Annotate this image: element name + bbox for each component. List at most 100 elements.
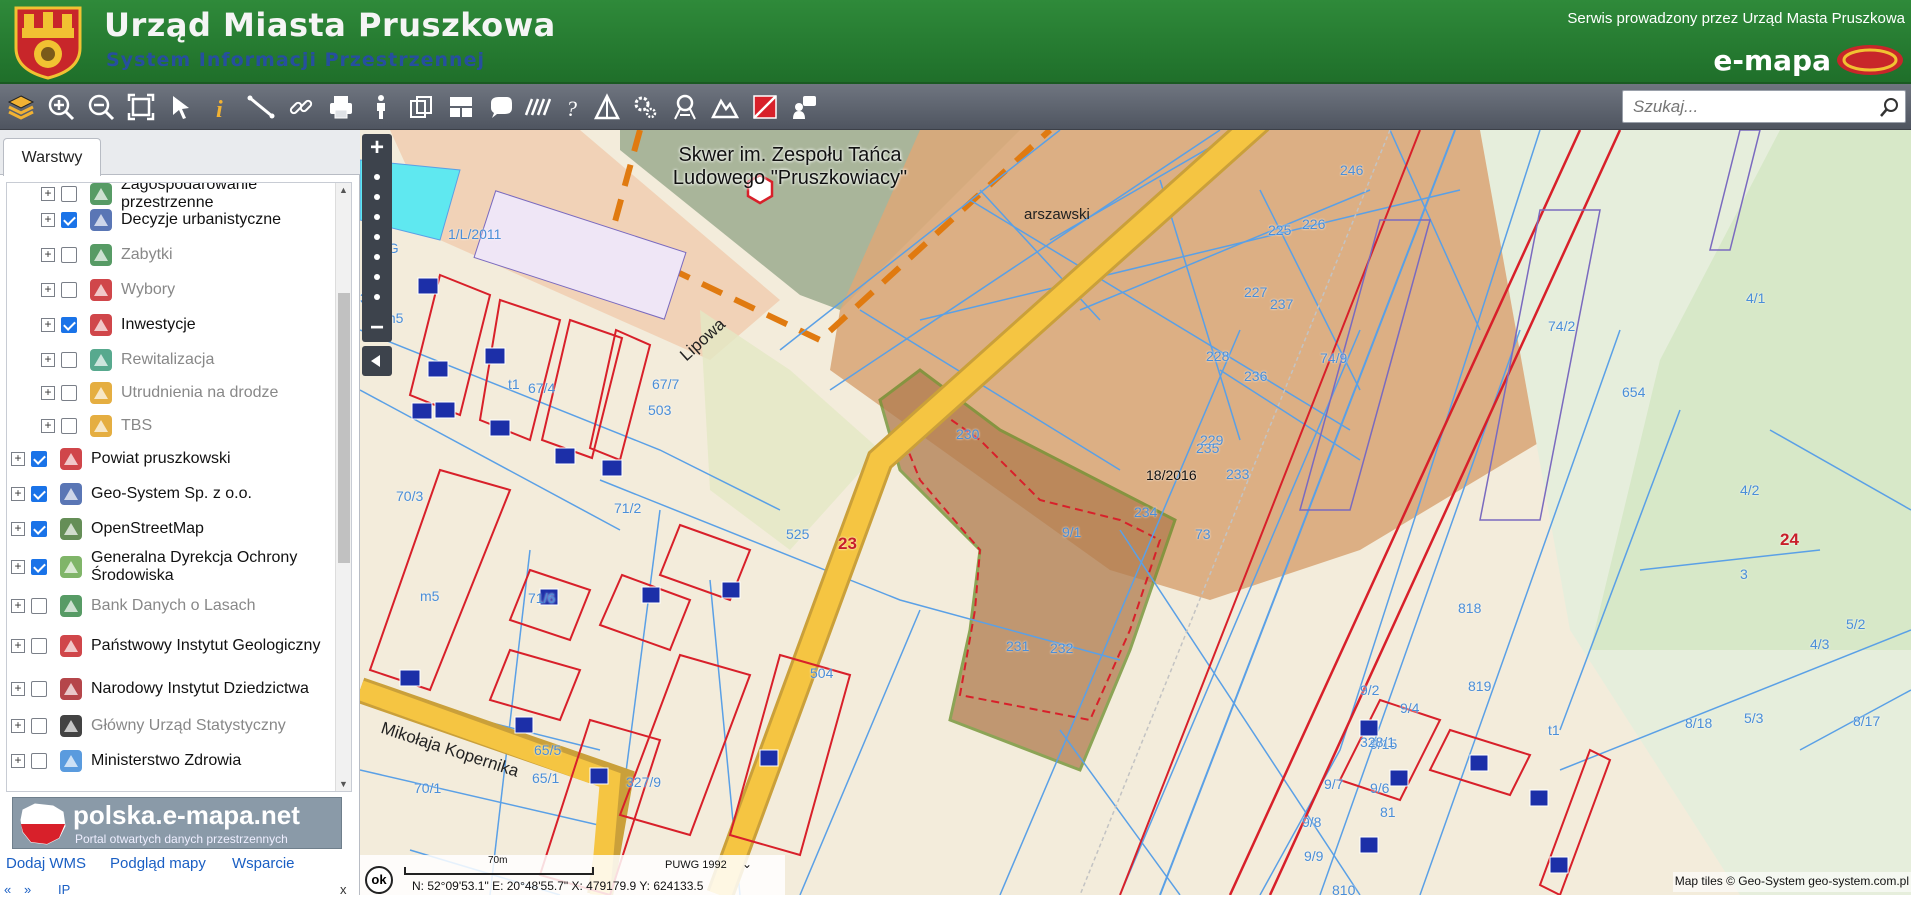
parcel-label: 226: [1302, 216, 1326, 232]
ok-button[interactable]: ok: [365, 866, 393, 894]
hatch-icon[interactable]: [520, 90, 554, 124]
expand-toggle[interactable]: +: [11, 452, 25, 466]
expand-toggle[interactable]: +: [41, 248, 55, 262]
layer-checkbox[interactable]: [61, 186, 77, 202]
layer-row[interactable]: + Wybory: [7, 273, 337, 307]
comment-icon[interactable]: [788, 90, 822, 124]
layer-row[interactable]: + Inwestycje: [7, 308, 337, 342]
layer-row[interactable]: + Ministerstwo Zdrowia: [7, 744, 337, 778]
route-icon[interactable]: [668, 90, 702, 124]
zoom-in-button[interactable]: +: [362, 136, 392, 160]
settings-icon[interactable]: [628, 90, 662, 124]
layer-row[interactable]: + Generalna Dyrekcja Ochrony Środowiska: [7, 547, 337, 587]
layer-label: Główny Urząd Statystyczny: [91, 717, 286, 734]
scrollbar-thumb[interactable]: [338, 293, 350, 563]
layer-checkbox[interactable]: [31, 718, 47, 734]
scroll-down-icon[interactable]: ▼: [339, 779, 348, 789]
layer-checkbox[interactable]: [31, 753, 47, 769]
layer-checkbox[interactable]: [61, 418, 77, 434]
layer-checkbox[interactable]: [31, 451, 47, 467]
zoom-out-button[interactable]: −: [362, 316, 392, 340]
layer-checkbox[interactable]: [61, 317, 77, 333]
expand-toggle[interactable]: +: [11, 754, 25, 768]
zoom-level-dot[interactable]: [374, 274, 380, 280]
zoom-in-icon[interactable]: [44, 90, 78, 124]
speech-bubble-icon[interactable]: [484, 90, 518, 124]
measure-distance-icon[interactable]: [244, 90, 278, 124]
map-view[interactable]: Skwer im. Zespołu Tańca Ludowego "Pruszk…: [360, 130, 1911, 895]
collapse-panel-button[interactable]: [362, 346, 392, 376]
zoom-extent-icon[interactable]: [124, 90, 158, 124]
layer-checkbox[interactable]: [31, 486, 47, 502]
drafting-icon[interactable]: [590, 90, 624, 124]
expand-toggle[interactable]: +: [41, 353, 55, 367]
expand-toggle[interactable]: +: [41, 318, 55, 332]
layout-icon[interactable]: [444, 90, 478, 124]
layer-checkbox[interactable]: [31, 559, 47, 575]
layers-icon[interactable]: [4, 90, 38, 124]
layer-row[interactable]: + Państwowy Instytut Geologiczny: [7, 624, 337, 668]
layer-row[interactable]: + Powiat pruszkowski: [7, 442, 337, 476]
tab-layers[interactable]: Warstwy: [3, 138, 101, 176]
zoom-out-icon[interactable]: [84, 90, 118, 124]
search-input[interactable]: [1631, 96, 1871, 118]
layer-row[interactable]: + Bank Danych o Lasach: [7, 589, 337, 623]
expand-toggle[interactable]: +: [11, 682, 25, 696]
street-view-icon[interactable]: [364, 90, 398, 124]
layer-row[interactable]: + OpenStreetMap: [7, 512, 337, 546]
info-icon[interactable]: i: [204, 90, 238, 124]
expand-toggle[interactable]: +: [11, 639, 25, 653]
layer-row[interactable]: + Zabytki: [7, 238, 337, 272]
layer-row[interactable]: + Rewitalizacja: [7, 343, 337, 377]
help-icon[interactable]: ?: [556, 90, 590, 124]
crs-select[interactable]: PUWG 1992: [665, 859, 727, 871]
parcel-label: 65/1: [532, 770, 560, 786]
layer-checkbox[interactable]: [61, 352, 77, 368]
layer-checkbox[interactable]: [61, 212, 77, 228]
expand-toggle[interactable]: +: [41, 213, 55, 227]
layer-checkbox[interactable]: [61, 247, 77, 263]
polska-emapa-banner[interactable]: polska.e-mapa.net Portal otwartych danyc…: [12, 797, 342, 849]
layer-checkbox[interactable]: [31, 638, 47, 654]
layer-row[interactable]: + Główny Urząd Statystyczny: [7, 709, 337, 743]
expand-toggle[interactable]: +: [41, 419, 55, 433]
support-link[interactable]: Wsparcie: [232, 855, 295, 872]
color-icon[interactable]: [748, 90, 782, 124]
expand-toggle[interactable]: +: [41, 187, 55, 201]
measure-link-icon[interactable]: [284, 90, 318, 124]
zoom-level-dot[interactable]: [374, 174, 380, 180]
copy-icon[interactable]: [404, 90, 438, 124]
layer-row[interactable]: + TBS: [7, 409, 337, 443]
emapa-logo[interactable]: e-mapa: [1713, 42, 1905, 78]
expand-toggle[interactable]: +: [11, 719, 25, 733]
expand-toggle[interactable]: +: [11, 522, 25, 536]
layer-checkbox[interactable]: [61, 282, 77, 298]
add-wms-link[interactable]: Dodaj WMS: [6, 855, 86, 872]
layer-checkbox[interactable]: [31, 681, 47, 697]
terrain-icon[interactable]: [708, 90, 742, 124]
layer-tree-scrollbar[interactable]: ▲ ▼: [335, 183, 351, 791]
expand-toggle[interactable]: +: [11, 487, 25, 501]
search-icon[interactable]: [1879, 96, 1901, 118]
expand-toggle[interactable]: +: [11, 560, 25, 574]
zoom-level-dot[interactable]: [374, 294, 380, 300]
zoom-level-dot[interactable]: [374, 234, 380, 240]
expand-toggle[interactable]: +: [41, 283, 55, 297]
expand-toggle[interactable]: +: [41, 386, 55, 400]
zoom-level-dot[interactable]: [374, 194, 380, 200]
layer-row[interactable]: + Decyzje urbanistyczne: [7, 203, 337, 237]
layer-checkbox[interactable]: [31, 521, 47, 537]
layer-row[interactable]: + Utrudnienia na drodze: [7, 376, 337, 410]
zoom-level-dot[interactable]: [374, 214, 380, 220]
layer-row[interactable]: + Geo-System Sp. z o.o.: [7, 477, 337, 511]
print-icon[interactable]: [324, 90, 358, 124]
chevron-down-icon[interactable]: ⌄: [742, 857, 752, 871]
layer-row[interactable]: + Narodowy Instytut Dziedzictwa: [7, 667, 337, 711]
expand-toggle[interactable]: +: [11, 599, 25, 613]
layer-checkbox[interactable]: [31, 598, 47, 614]
scroll-up-icon[interactable]: ▲: [339, 185, 348, 195]
zoom-level-dot[interactable]: [374, 254, 380, 260]
select-arrow-icon[interactable]: [164, 90, 198, 124]
layer-checkbox[interactable]: [61, 385, 77, 401]
map-preview-link[interactable]: Podgląd mapy: [110, 855, 206, 872]
